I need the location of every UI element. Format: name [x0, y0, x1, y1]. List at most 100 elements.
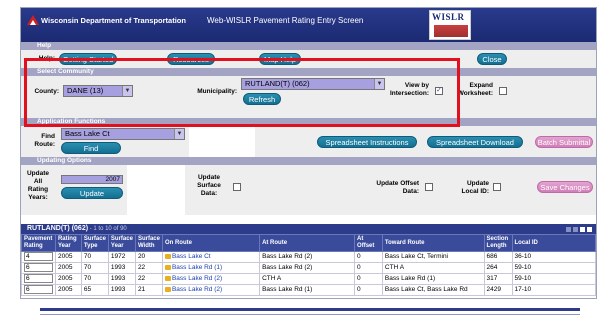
- agency-name: Wisconsin Department of Transportation: [41, 16, 186, 25]
- table-range: - 1 to 10 of 90: [88, 226, 127, 232]
- last-page-icon[interactable]: [587, 227, 592, 232]
- route-icon: [164, 253, 171, 259]
- chevron-down-icon: ▼: [174, 129, 184, 139]
- at-offset-cell: 0: [354, 262, 383, 274]
- update-surface-data-label: Update Surface Data:: [197, 174, 221, 197]
- section-help: Help: [21, 42, 596, 50]
- select-community-highlight: [24, 58, 460, 127]
- road-graphic-icon: [434, 25, 468, 37]
- local-id-cell: 59-10: [511, 273, 596, 285]
- rating-year-cell: 2005: [54, 251, 82, 263]
- surface-type-cell: 70: [80, 251, 109, 263]
- on-route-link[interactable]: Bass Lake Rd (2): [172, 275, 222, 282]
- update-button[interactable]: Update: [61, 187, 123, 199]
- rating-table: Pavement Rating Rating Year Surface Type…: [21, 234, 596, 296]
- table-row: 4 2005 70 1972 20 Bass Lake Ct Bass Lake…: [21, 251, 596, 263]
- find-button[interactable]: Find: [61, 142, 121, 154]
- next-page-icon[interactable]: [580, 227, 585, 232]
- col-on-route[interactable]: On Route: [161, 234, 261, 252]
- toward-route-cell: Bass Lake Ct, Bass Lake Rd: [381, 284, 485, 296]
- updating-row: Update All Rating Years: 2007 Update Upd…: [21, 165, 596, 215]
- col-surface-type[interactable]: Surface Type: [80, 234, 109, 252]
- spreadsheet-download-button[interactable]: Spreadsheet Download: [427, 136, 523, 148]
- table-header-row: Pavement Rating Rating Year Surface Type…: [21, 234, 596, 252]
- table-row: 6 2005 70 1993 22 Bass Lake Rd (1) Bass …: [21, 262, 596, 274]
- col-at-route[interactable]: At Route: [259, 234, 356, 252]
- batch-submittal-button[interactable]: Batch Submittal: [535, 136, 593, 148]
- section-length-cell: 686: [483, 251, 513, 263]
- surface-year-cell: 1993: [107, 273, 136, 285]
- route-icon: [164, 264, 171, 270]
- first-page-icon[interactable]: [573, 227, 578, 232]
- route-select[interactable]: Bass Lake Ct ▼: [61, 128, 185, 140]
- pavement-rating-input[interactable]: 4: [24, 252, 53, 261]
- surface-year-cell: 1993: [107, 284, 136, 296]
- at-offset-cell: 0: [354, 251, 383, 263]
- update-local-id-checkbox[interactable]: [493, 183, 501, 191]
- on-route-link[interactable]: Bass Lake Ct: [172, 253, 211, 260]
- app-header: Wisconsin Department of Transportation W…: [21, 8, 596, 42]
- at-route-cell: Bass Lake Rd (1): [259, 284, 356, 296]
- section-length-cell: 317: [483, 273, 513, 285]
- wislr-logo: WISLR: [429, 10, 471, 40]
- col-pavement-rating[interactable]: Pavement Rating: [21, 234, 56, 252]
- surface-width-cell: 21: [134, 284, 163, 296]
- rating-year-cell: 2005: [54, 273, 82, 285]
- pavement-rating-input[interactable]: 6: [24, 263, 53, 272]
- section-length-cell: 2429: [483, 284, 513, 296]
- rating-year-cell: 2005: [54, 262, 82, 274]
- footer-rule: [40, 308, 580, 311]
- pavement-rating-input[interactable]: 6: [24, 274, 53, 283]
- wisdot-logo-icon: [27, 15, 39, 25]
- surface-width-cell: 22: [134, 262, 163, 274]
- at-offset-cell: 0: [354, 284, 383, 296]
- prev-page-icon[interactable]: [566, 227, 571, 232]
- update-offset-data-label: Update Offset Data:: [376, 180, 419, 195]
- at-route-cell: Bass Lake Rd (2): [259, 262, 356, 274]
- app-frame: Wisconsin Department of Transportation W…: [20, 7, 597, 299]
- local-id-cell: 36-10: [511, 251, 596, 263]
- col-toward-route[interactable]: Toward Route: [381, 234, 485, 252]
- surface-type-cell: 70: [80, 273, 109, 285]
- col-at-offset[interactable]: At Offset: [354, 234, 383, 252]
- surface-width-cell: 22: [134, 273, 163, 285]
- section-updating-options: Updating Options: [21, 157, 596, 165]
- surface-year-cell: 1972: [107, 251, 136, 263]
- table-row: 6 2005 65 1993 21 Bass Lake Rd (2) Bass …: [21, 284, 596, 296]
- surface-type-cell: 70: [80, 262, 109, 274]
- col-local-id[interactable]: Local ID: [511, 234, 596, 252]
- at-route-cell: CTH A: [259, 273, 356, 285]
- col-section-length[interactable]: Section Length: [483, 234, 513, 252]
- update-offset-data-checkbox[interactable]: [425, 183, 433, 191]
- at-offset-cell: 0: [354, 273, 383, 285]
- col-rating-year[interactable]: Rating Year: [54, 234, 82, 252]
- update-surface-data-checkbox[interactable]: [233, 183, 241, 191]
- update-all-rating-years-label: Update All Rating Years:: [26, 170, 50, 201]
- save-changes-button[interactable]: Save Changes: [537, 181, 593, 193]
- rating-year-input[interactable]: 2007: [61, 175, 123, 184]
- surface-width-cell: 20: [134, 251, 163, 263]
- toward-route-cell: CTH A: [381, 262, 485, 274]
- table-controls: [564, 226, 592, 232]
- surface-type-cell: 65: [80, 284, 109, 296]
- col-surface-year[interactable]: Surface Year: [107, 234, 136, 252]
- at-route-cell: Bass Lake Rd (2): [259, 251, 356, 263]
- local-id-cell: 17-10: [511, 284, 596, 296]
- find-route-label: Find Route:: [34, 133, 55, 148]
- footer-rule-thin: [40, 314, 580, 315]
- route-icon: [164, 286, 171, 292]
- col-surface-width[interactable]: Surface Width: [134, 234, 163, 252]
- pavement-rating-input[interactable]: 6: [24, 285, 53, 294]
- rating-year-cell: 2005: [54, 284, 82, 296]
- update-local-id-label: Update Local ID:: [461, 180, 489, 195]
- toward-route-cell: Bass Lake Rd (1): [381, 273, 485, 285]
- expand-worksheet-checkbox[interactable]: [499, 87, 507, 95]
- screen-title: Web-WISLR Pavement Rating Entry Screen: [207, 16, 364, 25]
- functions-row: Find Route: Bass Lake Ct ▼ Find Spreadsh…: [21, 126, 596, 157]
- table-title-bar: RUTLAND(T) (062) - 1 to 10 of 90: [21, 224, 596, 234]
- on-route-link[interactable]: Bass Lake Rd (2): [172, 286, 222, 293]
- close-button[interactable]: Close: [477, 53, 507, 65]
- surface-year-cell: 1993: [107, 262, 136, 274]
- on-route-link[interactable]: Bass Lake Rd (1): [172, 264, 222, 271]
- spreadsheet-instructions-button[interactable]: Spreadsheet Instructions: [317, 136, 417, 148]
